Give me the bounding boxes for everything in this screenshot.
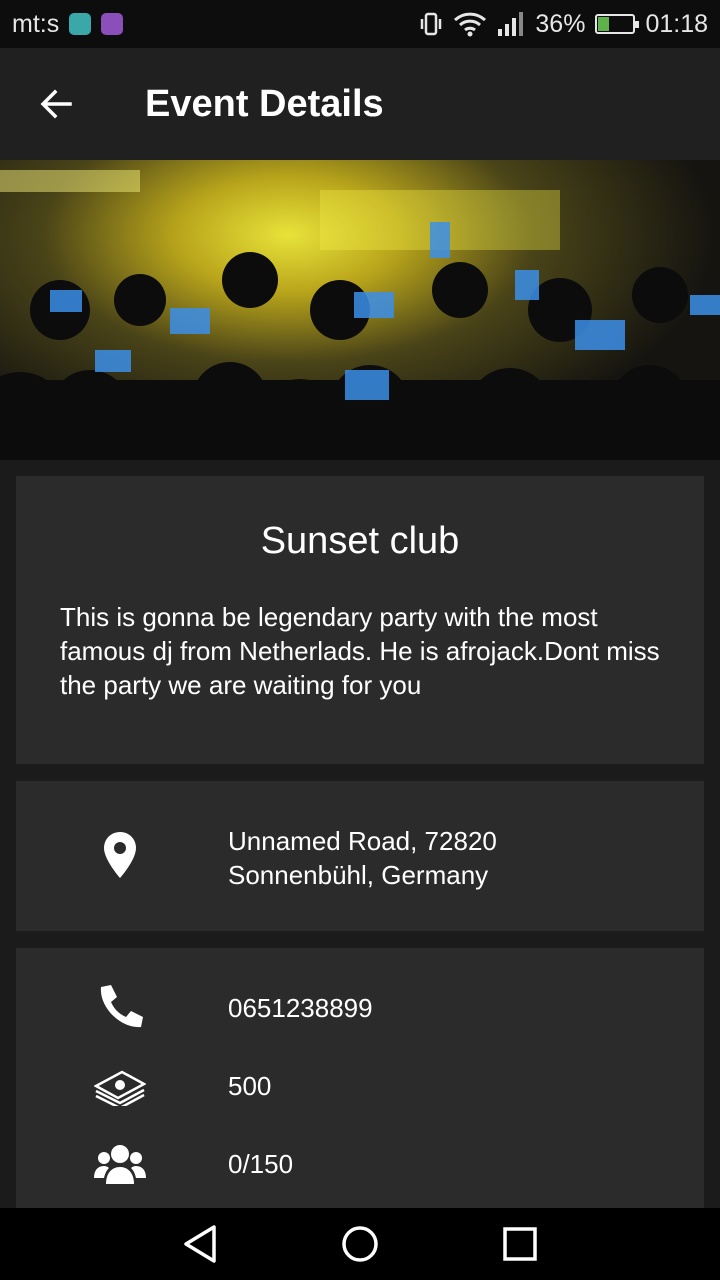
details-card: 0651238899 500 0/150 bbox=[16, 948, 704, 1210]
page-title: Event Details bbox=[145, 82, 384, 125]
phone-number[interactable]: 0651238899 bbox=[228, 991, 373, 1025]
event-description: This is gonna be legendary party with th… bbox=[60, 602, 660, 700]
battery-percent: 36% bbox=[535, 9, 586, 38]
attendees-count: 0/150 bbox=[228, 1149, 294, 1179]
event-name: Sunset club bbox=[260, 520, 460, 562]
nav-home-button[interactable] bbox=[330, 1214, 390, 1274]
status-bar: mt:s 36% 01:18 bbox=[0, 0, 720, 48]
money-icon bbox=[94, 1060, 146, 1112]
arrow-back-icon bbox=[40, 89, 72, 119]
battery-icon bbox=[595, 14, 640, 34]
vibrate-icon bbox=[421, 12, 442, 36]
event-hero-image bbox=[0, 160, 720, 460]
location-address: Unnamed Road, 72820 Sonnenbühl, Germany bbox=[228, 824, 497, 892]
nav-home-icon bbox=[342, 1226, 378, 1262]
nav-back-button[interactable] bbox=[170, 1214, 230, 1274]
wifi-icon bbox=[454, 12, 487, 37]
address-line-1: Unnamed Road, 72820 bbox=[228, 826, 497, 856]
carrier-label: mt:s bbox=[12, 9, 60, 38]
gallery-app-icon bbox=[101, 13, 124, 35]
nav-recents-button[interactable] bbox=[490, 1214, 550, 1274]
clock: 01:18 bbox=[645, 9, 708, 38]
signal-icon bbox=[498, 12, 524, 36]
app-bar: Event Details bbox=[0, 48, 720, 160]
concert-crowd-photo bbox=[0, 170, 720, 460]
address-line-2: Sonnenbühl, Germany bbox=[228, 860, 489, 890]
nav-back-icon bbox=[184, 1225, 216, 1263]
system-nav-bar bbox=[0, 1208, 720, 1280]
location-pin-icon bbox=[94, 829, 146, 881]
price-value: 500 bbox=[228, 1071, 272, 1101]
back-button[interactable] bbox=[0, 48, 112, 160]
phone-icon bbox=[94, 981, 146, 1033]
nav-recents-icon bbox=[503, 1227, 537, 1261]
android-app-icon bbox=[69, 13, 92, 35]
location-card[interactable]: Unnamed Road, 72820 Sonnenbühl, Germany bbox=[16, 781, 704, 931]
people-icon bbox=[94, 1138, 146, 1190]
event-info-card: Sunset club This is gonna be legendary p… bbox=[16, 476, 704, 764]
